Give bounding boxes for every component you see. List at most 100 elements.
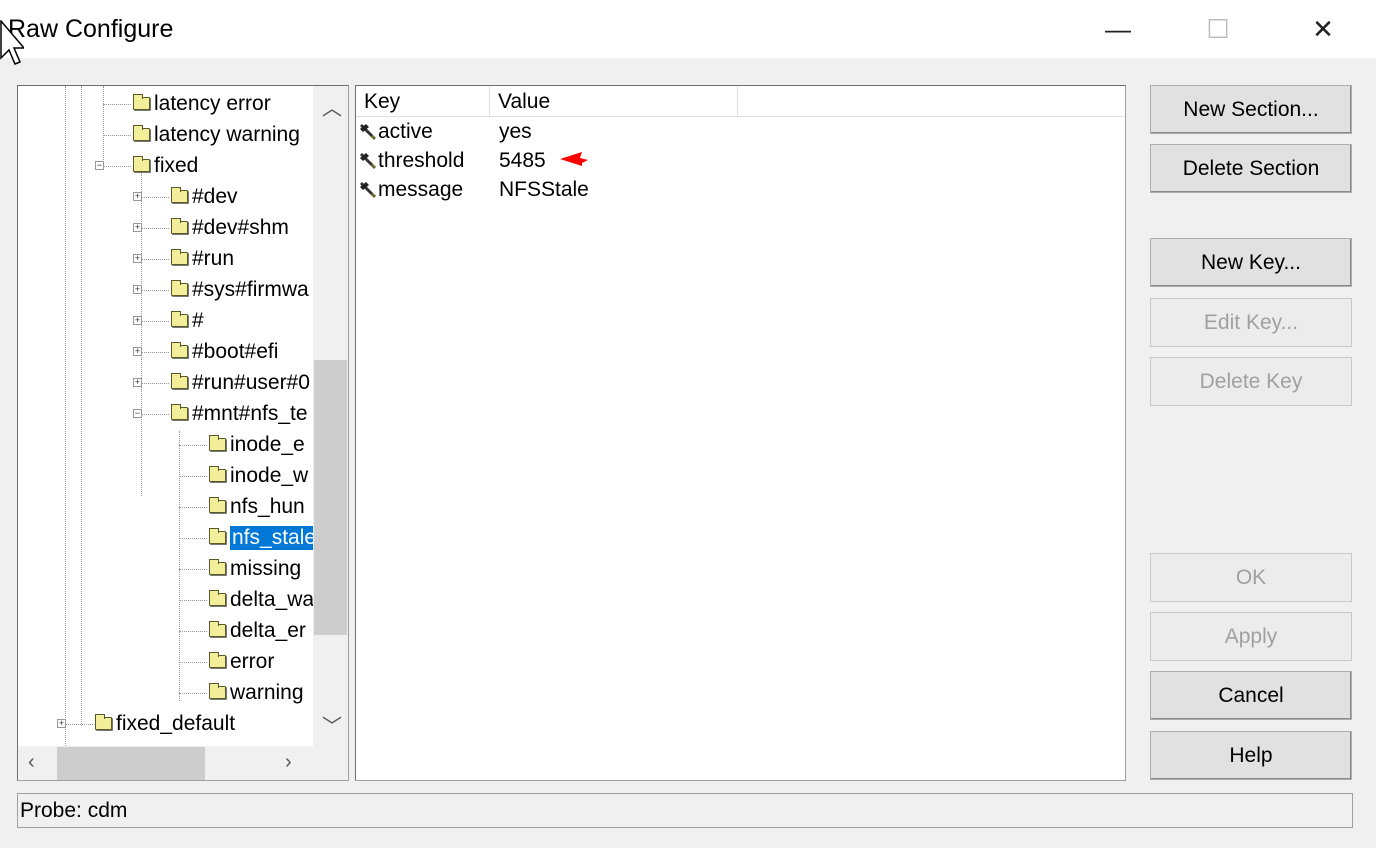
window-title: Raw Configure <box>8 15 174 43</box>
key-value-list[interactable]: Key Value active yes threshold 5485 message N… <box>355 85 1126 781</box>
tree-guide-line <box>141 321 169 322</box>
tree-item[interactable]: warning <box>209 677 304 708</box>
expand-icon[interactable]: + <box>57 719 66 728</box>
list-row[interactable]: active yes <box>358 118 1118 147</box>
apply-button[interactable]: Apply <box>1150 612 1352 661</box>
expand-icon[interactable]: + <box>133 223 142 232</box>
tree-item[interactable]: # <box>171 305 204 336</box>
key-value: 5485 <box>499 149 546 172</box>
close-button[interactable]: ✕ <box>1288 0 1358 58</box>
status-bar: Probe: cdm <box>17 793 1353 828</box>
tree-guide-line <box>179 476 207 477</box>
tree-guide-line <box>179 631 207 632</box>
tree-item[interactable]: latency error <box>133 88 271 119</box>
tree-item[interactable]: #dev#shm <box>171 212 289 243</box>
edit-key-button[interactable]: Edit Key... <box>1150 298 1352 347</box>
expand-icon[interactable]: + <box>133 347 142 356</box>
expand-icon[interactable]: + <box>133 378 142 387</box>
list-row[interactable]: threshold 5485 <box>358 147 1118 176</box>
delete-section-button[interactable]: Delete Section <box>1150 144 1352 193</box>
scroll-right-icon[interactable]: › <box>285 751 292 774</box>
tree-item[interactable]: delta_er <box>209 615 306 646</box>
tree-guide-line <box>179 431 180 701</box>
tree-item[interactable]: #run <box>171 243 234 274</box>
tree-item[interactable]: missing <box>209 553 301 584</box>
tree-guide-line <box>141 290 169 291</box>
tree-guide-line <box>103 135 131 136</box>
expand-icon[interactable]: + <box>133 316 142 325</box>
tree-item[interactable]: #mnt#nfs_te <box>171 398 308 429</box>
tree-guide-line <box>141 383 169 384</box>
tree-vertical-scroll-thumb[interactable] <box>314 360 347 635</box>
tree-guide-line <box>179 507 207 508</box>
tree-item-label: nfs_hun <box>230 494 305 518</box>
key-tool-icon <box>359 152 377 170</box>
tree-guide-line <box>65 86 66 746</box>
expand-icon[interactable]: + <box>133 254 142 263</box>
folder-icon <box>133 156 150 172</box>
tree-guide-line <box>141 414 169 415</box>
tree-item[interactable]: delta_wa <box>209 584 314 615</box>
tree-item-label: latency warning <box>154 122 300 146</box>
key-name: active <box>378 120 433 143</box>
tree-item[interactable]: error <box>209 646 274 677</box>
list-row[interactable]: message NFSStale <box>358 176 1118 205</box>
ok-button[interactable]: OK <box>1150 553 1352 602</box>
tree-item[interactable]: #boot#efi <box>171 336 278 367</box>
tree-item[interactable]: fixed_default <box>95 708 235 739</box>
tree-item[interactable]: nfs_stale <box>209 522 319 553</box>
folder-icon <box>133 94 150 110</box>
tree-item-label: delta_er <box>230 618 306 642</box>
tree-guide-line <box>103 104 131 105</box>
key-value: NFSStale <box>499 178 589 201</box>
new-key-button[interactable]: New Key... <box>1150 238 1352 287</box>
column-header-key[interactable]: Key <box>356 86 490 117</box>
tree-item[interactable]: latency warning <box>133 119 300 150</box>
tree-horizontal-scroll-thumb[interactable] <box>57 747 205 780</box>
scroll-down-icon[interactable]: ﹀ <box>322 710 342 739</box>
folder-icon <box>171 187 188 203</box>
collapse-icon[interactable]: − <box>133 409 142 418</box>
section-tree[interactable]: latency error latency warning − fixed + #dev +… <box>17 85 349 781</box>
tree-guide-line <box>81 86 82 726</box>
tree-guide-line <box>179 662 207 663</box>
tree-item-label: #run#user#0 <box>192 370 310 394</box>
tree-item-label: nfs_stale <box>230 525 319 550</box>
scroll-up-icon[interactable]: ︿ <box>322 92 342 121</box>
tree-item-label: #dev <box>192 184 238 208</box>
column-header-value[interactable]: Value <box>490 86 738 117</box>
expand-icon[interactable]: + <box>133 285 142 294</box>
tree-item[interactable]: fixed <box>133 150 198 181</box>
tree-guide-line <box>141 197 169 198</box>
tree-item-label: delta_wa <box>230 587 315 611</box>
tree-item[interactable]: #run#user#0 <box>171 367 310 398</box>
new-section-button[interactable]: New Section... <box>1150 85 1352 134</box>
expand-icon[interactable]: + <box>133 192 142 201</box>
minimize-button[interactable]: — <box>1083 0 1153 58</box>
folder-icon <box>209 435 226 451</box>
cancel-button[interactable]: Cancel <box>1150 671 1352 720</box>
help-button[interactable]: Help <box>1150 731 1352 780</box>
tree-item[interactable]: inode_e <box>209 429 305 460</box>
folder-icon <box>133 125 150 141</box>
scroll-left-icon[interactable]: ‹ <box>28 751 35 774</box>
maximize-button[interactable]: ☐ <box>1183 0 1253 58</box>
tree-guide-line <box>179 693 207 694</box>
tree-guide-line <box>103 166 131 167</box>
tree-item-label: fixed_default <box>116 711 236 735</box>
tree-item[interactable]: inode_w <box>209 460 308 491</box>
folder-icon <box>209 683 226 699</box>
tree-guide-line <box>65 724 93 725</box>
folder-icon <box>171 311 188 327</box>
tree-item-label: missing <box>230 556 302 580</box>
tree-item[interactable]: nfs_hun <box>209 491 305 522</box>
tree-item-label: #dev#shm <box>192 215 289 239</box>
title-bar: Raw Configure — ☐ ✕ <box>0 0 1376 58</box>
tree-vertical-scrollbar[interactable]: ︿ ﹀ <box>313 86 348 746</box>
tree-item[interactable]: #dev <box>171 181 238 212</box>
collapse-icon[interactable]: − <box>95 161 104 170</box>
tree-horizontal-scrollbar[interactable]: ‹ › <box>18 746 348 780</box>
delete-key-button[interactable]: Delete Key <box>1150 357 1352 406</box>
tree-guide-line <box>141 259 169 260</box>
tree-item[interactable]: #sys#firmwa <box>171 274 309 305</box>
